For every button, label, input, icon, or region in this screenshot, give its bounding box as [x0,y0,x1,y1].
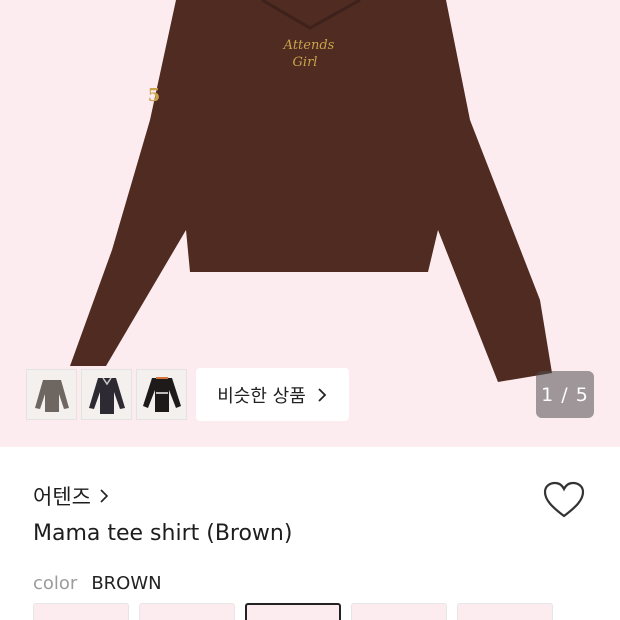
chest-print-line2: Girl [293,55,318,70]
tee-thumbnail-icon [88,377,125,414]
chevron-right-icon [100,489,109,503]
product-title: Mama tee shirt (Brown) [33,521,293,546]
similar-products-button[interactable]: 비슷한 상품 [196,368,349,421]
heart-icon[interactable] [543,481,585,519]
color-option-5[interactable] [457,603,553,620]
tee-thumbnail-icon [142,376,181,412]
color-option-4[interactable] [351,603,447,620]
color-value: BROWN [91,573,162,594]
thumbnail-2[interactable] [81,369,132,420]
similar-products-label: 비슷한 상품 [217,385,306,407]
chevron-right-icon [318,387,327,402]
brand-name: 어텐즈 [33,485,91,509]
color-row: color BROWN [33,573,162,594]
color-option-3-selected[interactable] [245,603,341,620]
brand-link[interactable]: 어텐즈 [33,481,109,511]
color-option-1[interactable] [33,603,129,620]
color-option-2[interactable] [139,603,235,620]
chest-print-line1: Attends [283,38,335,53]
thumbnail-3[interactable] [136,369,187,420]
sleeve-print: 5 [148,85,161,106]
image-pager: 1 / 5 [536,371,594,418]
product-image-area[interactable]: Attends Girl 5 비슷한 상품 1 / 5 [0,0,620,447]
thumbnail-1[interactable] [26,369,77,420]
color-options [33,603,553,620]
tee-thumbnail-icon [34,379,69,412]
thumbnail-strip [26,369,187,420]
color-label: color [33,573,78,594]
